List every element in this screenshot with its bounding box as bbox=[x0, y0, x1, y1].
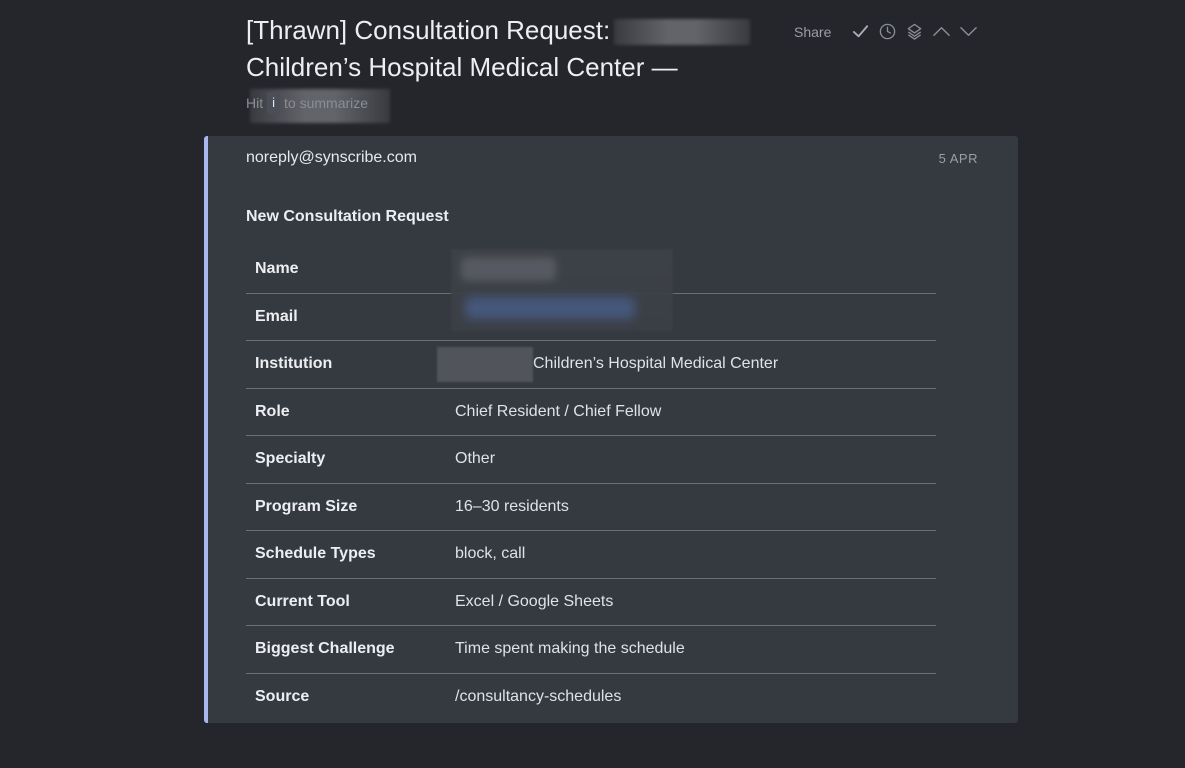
table-row: Source /consultancy-schedules bbox=[246, 674, 936, 721]
institution-text: Children’s Hospital Medical Center bbox=[533, 355, 779, 373]
consultation-details-table: Name Email Institution Children’s Hospit… bbox=[246, 246, 936, 720]
redacted-subject-part-1 bbox=[614, 19, 751, 46]
row-label-program-size: Program Size bbox=[255, 497, 358, 515]
row-label-specialty: Specialty bbox=[255, 450, 326, 468]
summarize-hint: Hit i to summarize bbox=[246, 92, 368, 114]
row-label-institution: Institution bbox=[255, 355, 333, 373]
redacted-name-email bbox=[451, 249, 673, 331]
hint-suffix: to summarize bbox=[284, 95, 369, 111]
table-row: Role Chief Resident / Chief Fellow bbox=[246, 389, 936, 436]
redacted-email-blob bbox=[465, 297, 635, 319]
summarize-key[interactable]: i bbox=[267, 92, 281, 114]
hint-prefix: Hit bbox=[246, 95, 264, 111]
table-row: Biggest Challenge Time spent making the … bbox=[246, 626, 936, 674]
redacted-name-blob bbox=[461, 257, 556, 281]
row-label-schedule-types: Schedule Types bbox=[255, 545, 376, 563]
check-icon[interactable] bbox=[851, 22, 870, 41]
row-value-specialty: Other bbox=[455, 450, 496, 468]
row-value-institution: Children’s Hospital Medical Center bbox=[437, 346, 779, 382]
layers-icon[interactable] bbox=[905, 22, 924, 41]
row-label-name: Name bbox=[255, 260, 299, 278]
chevron-up-icon[interactable] bbox=[932, 22, 951, 41]
body-title: New Consultation Request bbox=[246, 208, 449, 225]
row-value-biggest-challenge: Time spent making the schedule bbox=[455, 640, 685, 658]
row-label-role: Role bbox=[255, 402, 290, 420]
sender-address[interactable]: noreply@synscribe.com bbox=[246, 149, 417, 167]
message-date: 5 APR bbox=[938, 151, 978, 166]
chevron-down-icon[interactable] bbox=[959, 22, 978, 41]
row-label-email: Email bbox=[255, 307, 298, 325]
row-value-schedule-types: block, call bbox=[455, 545, 526, 563]
share-button[interactable]: Share bbox=[794, 24, 831, 40]
table-row: Current Tool Excel / Google Sheets bbox=[246, 579, 936, 626]
subject-line-1: [Thrawn] Consultation Request: bbox=[246, 15, 611, 45]
row-value-role: Chief Resident / Chief Fellow bbox=[455, 402, 662, 420]
redacted-institution-prefix bbox=[437, 346, 533, 382]
email-toolbar: Share bbox=[794, 22, 978, 41]
table-row: Institution Children’s Hospital Medical … bbox=[246, 341, 936, 389]
email-view: [Thrawn] Consultation Request: Children’… bbox=[0, 0, 1185, 768]
row-label-biggest-challenge: Biggest Challenge bbox=[255, 640, 395, 658]
table-row: Program Size 16–30 residents bbox=[246, 484, 936, 531]
table-row: Specialty Other bbox=[246, 436, 936, 484]
row-label-current-tool: Current Tool bbox=[255, 592, 350, 610]
row-value-current-tool: Excel / Google Sheets bbox=[455, 592, 614, 610]
table-row: Schedule Types block, call bbox=[246, 531, 936, 579]
row-label-source: Source bbox=[255, 687, 310, 705]
message-card: noreply@synscribe.com 5 APR New Consulta… bbox=[204, 136, 1018, 723]
clock-icon[interactable] bbox=[878, 22, 897, 41]
row-value-program-size: 16–30 residents bbox=[455, 497, 569, 515]
subject-line-2: Children’s Hospital Medical Center — bbox=[246, 52, 678, 82]
row-value-source: /consultancy-schedules bbox=[455, 687, 622, 705]
